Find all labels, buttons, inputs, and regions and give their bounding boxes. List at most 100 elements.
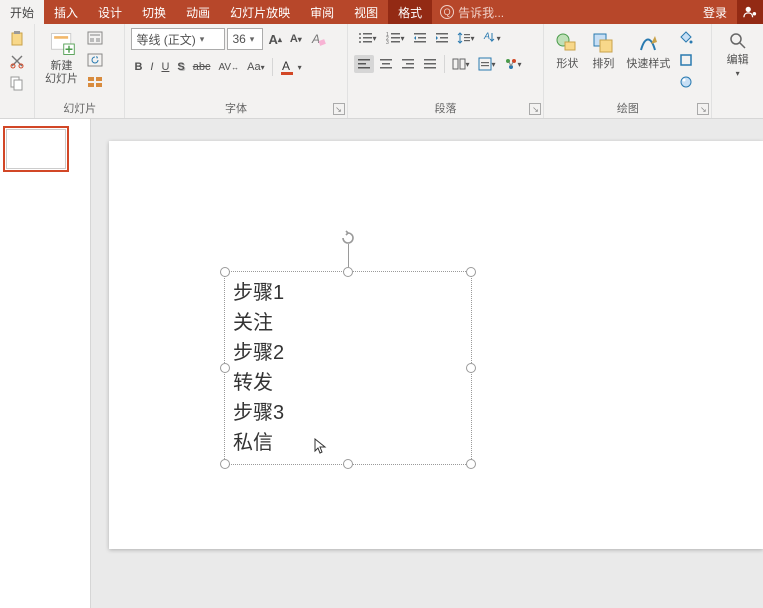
section-button[interactable] <box>84 72 106 92</box>
decrease-indent-button[interactable] <box>410 28 430 48</box>
text-line: 步骤2 <box>233 338 463 368</box>
resize-handle[interactable] <box>343 459 353 469</box>
tab-home[interactable]: 开始 <box>0 0 44 24</box>
tell-me-text: 告诉我... <box>458 4 504 21</box>
tab-slideshow[interactable]: 幻灯片放映 <box>220 0 300 24</box>
arrange-button[interactable]: 排列 <box>586 28 620 73</box>
resize-handle[interactable] <box>466 363 476 373</box>
textbox-content[interactable]: 步骤1 关注 步骤2 转发 步骤3 私信 <box>225 272 471 464</box>
shadow-button[interactable]: S <box>174 58 187 76</box>
bullets-button[interactable]: ▾ <box>354 28 380 48</box>
workspace: 步骤1 关注 步骤2 转发 步骤3 私信 单击此处添加备注 <box>0 119 763 608</box>
justify-button[interactable] <box>420 55 440 73</box>
chevron-down-icon: ▾ <box>196 34 205 45</box>
text-line: 私信 <box>233 428 463 458</box>
font-launcher[interactable]: ↘ <box>333 103 345 115</box>
slide[interactable]: 步骤1 关注 步骤2 转发 步骤3 私信 <box>109 141 763 549</box>
smartart-button[interactable]: ▾ <box>501 54 525 74</box>
resize-handle[interactable] <box>343 267 353 277</box>
editing-button[interactable]: 编辑 ▾ <box>718 28 757 80</box>
paragraph-launcher[interactable]: ↘ <box>529 103 541 115</box>
font-size-combo[interactable]: 36▾ <box>227 28 263 50</box>
tab-insert[interactable]: 插入 <box>44 0 88 24</box>
textbox[interactable]: 步骤1 关注 步骤2 转发 步骤3 私信 <box>224 271 472 465</box>
tab-design[interactable]: 设计 <box>88 0 132 24</box>
tab-transitions[interactable]: 切换 <box>132 0 176 24</box>
group-drawing-label: 绘图 <box>550 98 705 118</box>
text-direction-button[interactable]: A▾ <box>480 28 504 48</box>
quick-styles-button[interactable]: 快速样式 <box>622 28 674 73</box>
shape-fill-button[interactable] <box>676 28 696 48</box>
svg-text:A: A <box>483 31 490 41</box>
char-spacing-button[interactable]: AV↔ <box>216 59 243 76</box>
numbering-button[interactable]: 123▾ <box>382 28 408 48</box>
clear-format-button[interactable]: A <box>307 28 329 50</box>
login-button[interactable]: 登录 <box>693 0 737 24</box>
shape-effects-button[interactable] <box>676 72 696 92</box>
tab-view[interactable]: 视图 <box>344 0 388 24</box>
tab-animations[interactable]: 动画 <box>176 0 220 24</box>
italic-button[interactable]: I <box>147 58 156 76</box>
shapes-button[interactable]: 形状 <box>550 28 584 73</box>
align-left-button[interactable] <box>354 55 374 73</box>
editing-label: 编辑 <box>727 54 749 67</box>
increase-font-button[interactable]: A▴ <box>265 29 284 50</box>
align-center-button[interactable] <box>376 55 396 73</box>
svg-text:3: 3 <box>386 40 389 45</box>
slide-thumbnail[interactable] <box>6 129 66 169</box>
slide-canvas-area[interactable]: 步骤1 关注 步骤2 转发 步骤3 私信 单击此处添加备注 <box>91 119 763 608</box>
shapes-label: 形状 <box>556 58 578 71</box>
rotate-stem <box>348 244 349 267</box>
paste-button[interactable] <box>6 28 28 50</box>
decrease-font-button[interactable]: A▾ <box>287 30 305 48</box>
bold-button[interactable]: B <box>131 58 145 76</box>
quick-styles-label: 快速样式 <box>626 58 670 71</box>
separator <box>444 55 445 73</box>
group-slides: 新建 幻灯片 幻灯片 <box>35 24 125 118</box>
underline-button[interactable]: U <box>158 58 172 76</box>
increase-indent-button[interactable] <box>432 28 452 48</box>
cut-button[interactable] <box>6 50 28 72</box>
resize-handle[interactable] <box>220 363 230 373</box>
chevron-down-icon: ▾ <box>246 34 255 45</box>
share-button[interactable] <box>737 0 763 24</box>
thumbnail-panel[interactable] <box>0 119 91 608</box>
group-paragraph-label: 段落 <box>354 98 538 118</box>
group-slides-label: 幻灯片 <box>41 98 118 118</box>
columns-button[interactable]: ▾ <box>449 55 473 73</box>
group-clipboard <box>0 24 35 118</box>
titlebar: 开始 插入 设计 切换 动画 幻灯片放映 审阅 视图 格式 Q 告诉我... 登… <box>0 0 763 24</box>
new-slide-button[interactable]: 新建 幻灯片 <box>41 28 82 88</box>
tab-format[interactable]: 格式 <box>388 0 432 24</box>
font-name-combo[interactable]: 等线 (正文)▾ <box>131 28 225 50</box>
font-color-button[interactable]: A▾ <box>277 56 305 78</box>
rotate-handle-icon[interactable] <box>340 230 356 246</box>
svg-text:A: A <box>282 59 290 73</box>
group-font-label: 字体 <box>131 98 340 118</box>
ribbon: 新建 幻灯片 幻灯片 等线 (正文)▾ 36▾ A▴ A▾ A B I U <box>0 24 763 119</box>
tell-me[interactable]: Q 告诉我... <box>432 0 693 24</box>
drawing-launcher[interactable]: ↘ <box>697 103 709 115</box>
layout-button[interactable] <box>84 28 106 48</box>
tab-review[interactable]: 审阅 <box>300 0 344 24</box>
strike-button[interactable]: abc <box>190 58 214 76</box>
cursor-icon <box>314 438 328 454</box>
line-spacing-button[interactable]: ▾ <box>454 28 478 48</box>
group-font: 等线 (正文)▾ 36▾ A▴ A▾ A B I U S abc AV↔ Aa▾… <box>125 24 347 118</box>
text-line: 关注 <box>233 308 463 338</box>
align-right-button[interactable] <box>398 55 418 73</box>
separator <box>272 58 273 76</box>
text-line: 步骤3 <box>233 398 463 428</box>
resize-handle[interactable] <box>220 267 230 277</box>
reset-button[interactable] <box>84 50 106 70</box>
resize-handle[interactable] <box>466 459 476 469</box>
change-case-button[interactable]: Aa▾ <box>244 58 267 76</box>
group-paragraph: ▾ 123▾ ▾ A▾ ▾ ▾ ▾ 段落 ↘ <box>348 24 545 118</box>
resize-handle[interactable] <box>220 459 230 469</box>
text-line: 步骤1 <box>233 278 463 308</box>
copy-button[interactable] <box>6 72 28 94</box>
resize-handle[interactable] <box>466 267 476 277</box>
shape-outline-button[interactable] <box>676 50 696 70</box>
align-text-button[interactable]: ▾ <box>475 54 499 74</box>
text-line: 转发 <box>233 368 463 398</box>
